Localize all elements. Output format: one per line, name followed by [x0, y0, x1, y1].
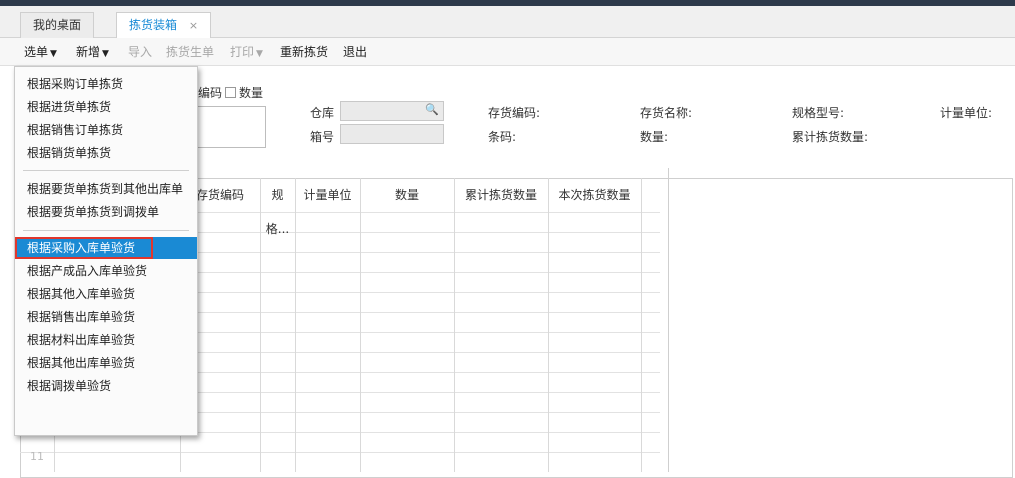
import-button[interactable]: 导入 — [128, 43, 152, 61]
col-header-cur-qty[interactable]: 本次拣货数量 — [548, 178, 641, 212]
new-dropdown-button[interactable]: 新增 ▼ — [76, 43, 109, 63]
menu-item-requisition-other-out[interactable]: 根据要货单拣货到其他出库单 — [15, 178, 197, 200]
search-icon[interactable]: 🔍 — [425, 103, 439, 116]
box-input[interactable] — [340, 124, 444, 144]
tab-my-desktop[interactable]: 我的桌面 — [20, 12, 95, 38]
chevron-down-icon: ▼ — [50, 49, 57, 59]
select-label: 选单 — [24, 45, 49, 59]
print-dropdown-button[interactable]: 打印 ▼ — [230, 43, 263, 63]
tab-pick-pack[interactable]: 拣货装箱 × — [116, 12, 212, 39]
select-dropdown-menu: 根据采购订单拣货 根据进货单拣货 根据销售订单拣货 根据销货单拣货 根据要货单拣… — [14, 66, 198, 436]
menu-item-other-out-inspect[interactable]: 根据其他出库单验货 — [15, 352, 197, 374]
menu-item-purchase-order-pick[interactable]: 根据采购订单拣货 — [15, 73, 197, 95]
cum-pick-label: 累计拣货数量: — [792, 130, 869, 144]
chevron-down-icon: ▼ — [102, 49, 109, 59]
menu-item-sales-pick[interactable]: 根据销货单拣货 — [15, 142, 197, 164]
unit-label: 计量单位: — [940, 106, 993, 120]
grid-row-line — [20, 452, 660, 453]
row-number: 11 — [30, 450, 44, 463]
grid-col-line — [454, 178, 455, 472]
grid-col-line — [260, 178, 261, 472]
warehouse-label: 仓库 — [310, 106, 335, 120]
menu-item-other-in-inspect[interactable]: 根据其他入库单验货 — [15, 283, 197, 305]
qty-checkbox[interactable]: 数量 — [222, 84, 263, 101]
menu-item-requisition-transfer[interactable]: 根据要货单拣货到调拨单 — [15, 201, 197, 223]
menu-item-sales-out-inspect[interactable]: 根据销售出库单验货 — [15, 306, 197, 328]
qty-checkbox-label: 数量 — [239, 86, 264, 100]
checkbox-icon — [225, 87, 236, 98]
grid-col-line — [641, 178, 642, 472]
col-header-spec[interactable]: 规格... — [260, 178, 295, 236]
close-icon[interactable]: × — [189, 19, 198, 32]
grid-col-line — [548, 178, 549, 472]
grid-col-line — [360, 178, 361, 472]
tab-label: 拣货装箱 — [129, 18, 178, 32]
toolbar: 选单 ▼ 新增 ▼ 导入 拣货生单 打印 ▼ 重新拣货 退出 — [0, 38, 1015, 66]
menu-separator — [23, 170, 189, 171]
generate-order-button[interactable]: 拣货生单 — [166, 43, 214, 61]
chevron-down-icon: ▼ — [256, 49, 263, 59]
panel-divider — [668, 168, 669, 472]
select-dropdown-button[interactable]: 选单 ▼ — [24, 43, 57, 63]
col-header-qty[interactable]: 数量 — [360, 178, 454, 212]
inv-name-label: 存货名称: — [640, 106, 693, 120]
col-header-unit[interactable]: 计量单位 — [295, 178, 360, 212]
menu-item-product-in-inspect[interactable]: 根据产成品入库单验货 — [15, 260, 197, 282]
barcode-label: 条码: — [488, 130, 517, 144]
new-label: 新增 — [76, 45, 101, 59]
qty-info-label: 数量: — [640, 130, 669, 144]
menu-item-material-out-inspect[interactable]: 根据材料出库单验货 — [15, 329, 197, 351]
box-label: 箱号 — [310, 130, 335, 144]
menu-item-sales-order-pick[interactable]: 根据销售订单拣货 — [15, 119, 197, 141]
tab-bar: 我的桌面 拣货装箱 × — [0, 6, 1015, 39]
menu-item-receipt-pick[interactable]: 根据进货单拣货 — [15, 96, 197, 118]
spec-label: 规格型号: — [792, 106, 845, 120]
menu-separator — [23, 230, 189, 231]
inv-code-label: 存货编码: — [488, 106, 541, 120]
col-header-cum-qty[interactable]: 累计拣货数量 — [454, 178, 548, 212]
exit-button[interactable]: 退出 — [343, 43, 367, 61]
menu-item-transfer-inspect[interactable]: 根据调拨单验货 — [15, 375, 197, 397]
grid-col-line — [295, 178, 296, 472]
code-textarea[interactable] — [192, 106, 266, 148]
menu-item-purchase-in-inspect[interactable]: 根据采购入库单验货 — [15, 237, 153, 259]
print-label: 打印 — [230, 45, 255, 59]
repick-button[interactable]: 重新拣货 — [280, 43, 328, 61]
code-label: 编码 — [198, 86, 223, 100]
tab-label: 我的桌面 — [33, 18, 82, 32]
warehouse-input[interactable]: 🔍 — [340, 101, 444, 121]
